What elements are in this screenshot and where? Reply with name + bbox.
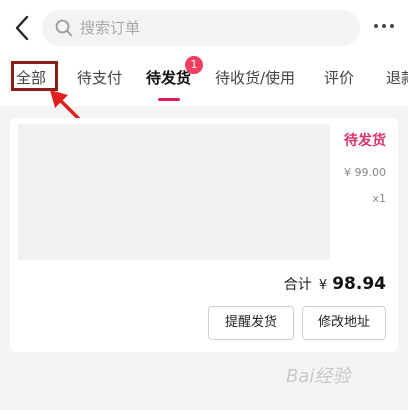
order-card[interactable]: 待发货 ¥ 99.00 x1 合计 ¥ 98.94 提醒发货 修改地址 xyxy=(10,118,398,352)
tab-pending-shipment[interactable]: 待发货 xyxy=(146,68,191,88)
tab-pending-receipt[interactable]: 待收货/使用 xyxy=(215,68,295,88)
orders-page: 搜索订单 全部 待支付 待发货 1 待收货/使用 评价 退款 待发货 ¥ 99.… xyxy=(0,0,408,410)
tab-refund[interactable]: 退款 xyxy=(386,68,408,88)
active-tab-indicator xyxy=(158,98,180,101)
total-value: 98.94 xyxy=(332,274,386,294)
chevron-left-icon xyxy=(15,15,29,41)
change-address-button[interactable]: 修改地址 xyxy=(302,306,386,340)
tab-badge-count: 1 xyxy=(185,56,203,74)
back-button[interactable] xyxy=(12,14,34,42)
order-status: 待发货 xyxy=(344,133,386,149)
search-placeholder: 搜索订单 xyxy=(80,19,141,37)
total-label: 合计 xyxy=(283,277,312,293)
quantity: x1 xyxy=(372,192,386,205)
top-bar: 搜索订单 xyxy=(0,0,408,54)
watermark-logo: Bai经验 xyxy=(286,366,351,387)
order-total: 合计 ¥ 98.94 xyxy=(284,274,386,294)
search-icon xyxy=(55,19,73,37)
tab-review[interactable]: 评价 xyxy=(324,68,354,88)
total-currency: ¥ xyxy=(318,278,328,293)
remind-shipment-button[interactable]: 提醒发货 xyxy=(208,306,294,340)
search-input[interactable]: 搜索订单 xyxy=(42,10,360,46)
more-dots-icon xyxy=(374,24,378,28)
unit-price: ¥ 99.00 xyxy=(344,166,386,179)
more-button[interactable] xyxy=(374,24,398,32)
product-thumbnail[interactable] xyxy=(18,124,330,260)
